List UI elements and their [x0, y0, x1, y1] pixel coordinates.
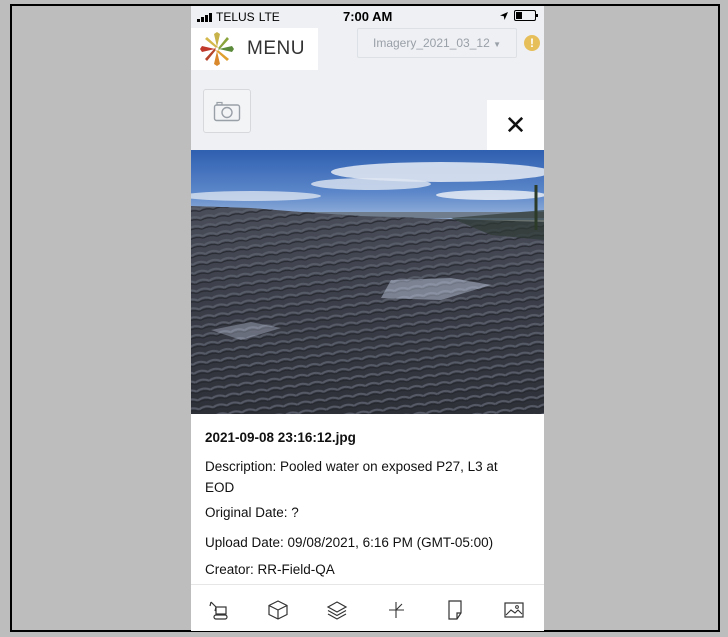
imagery-dropdown-value: Imagery_2021_03_12 — [372, 36, 490, 50]
excavator-icon[interactable] — [208, 599, 230, 621]
photo-original-date: Original Date: ? — [205, 505, 299, 520]
alert-icon[interactable]: ! — [524, 35, 540, 51]
imagery-dropdown[interactable]: Imagery_2021_03_12 ▼ — [357, 28, 517, 58]
phone-screen: TELUS LTE 7:00 AM MENU Imagery_2021_03_1… — [191, 6, 544, 631]
chevron-down-icon: ▼ — [493, 40, 502, 49]
photo-creator: Creator: RR-Field-QA — [205, 562, 335, 577]
status-bar: TELUS LTE 7:00 AM — [191, 6, 544, 28]
measure-icon[interactable] — [385, 599, 407, 621]
app-logo-icon — [200, 32, 234, 66]
close-button[interactable]: ✕ — [487, 100, 544, 150]
network-type: LTE — [258, 10, 280, 24]
bottom-toolbar — [191, 584, 544, 631]
site-photo — [191, 150, 544, 414]
battery-icon — [514, 10, 538, 21]
camera-icon — [213, 101, 241, 122]
photo-filename: 2021-09-08 23:16:12.jpg — [205, 430, 356, 445]
signal-icon — [197, 12, 212, 22]
menu-button[interactable]: MENU — [191, 28, 318, 70]
photo-details-panel: 2021-09-08 23:16:12.jpg Description: Poo… — [191, 414, 544, 584]
photo-upload-date: Upload Date: 09/08/2021, 6:16 PM (GMT-05… — [205, 535, 494, 550]
document-icon[interactable] — [444, 599, 466, 621]
status-time: 7:00 AM — [343, 9, 393, 24]
close-icon: ✕ — [504, 109, 527, 140]
carrier-name: TELUS — [216, 10, 255, 24]
menu-label: MENU — [247, 38, 305, 59]
image-icon[interactable] — [503, 599, 525, 621]
layers-icon[interactable] — [326, 599, 348, 621]
cube-icon[interactable] — [267, 599, 289, 621]
camera-button[interactable] — [203, 89, 251, 133]
location-arrow-icon — [500, 11, 508, 20]
photo-description: Description: Pooled water on exposed P27… — [205, 459, 498, 495]
